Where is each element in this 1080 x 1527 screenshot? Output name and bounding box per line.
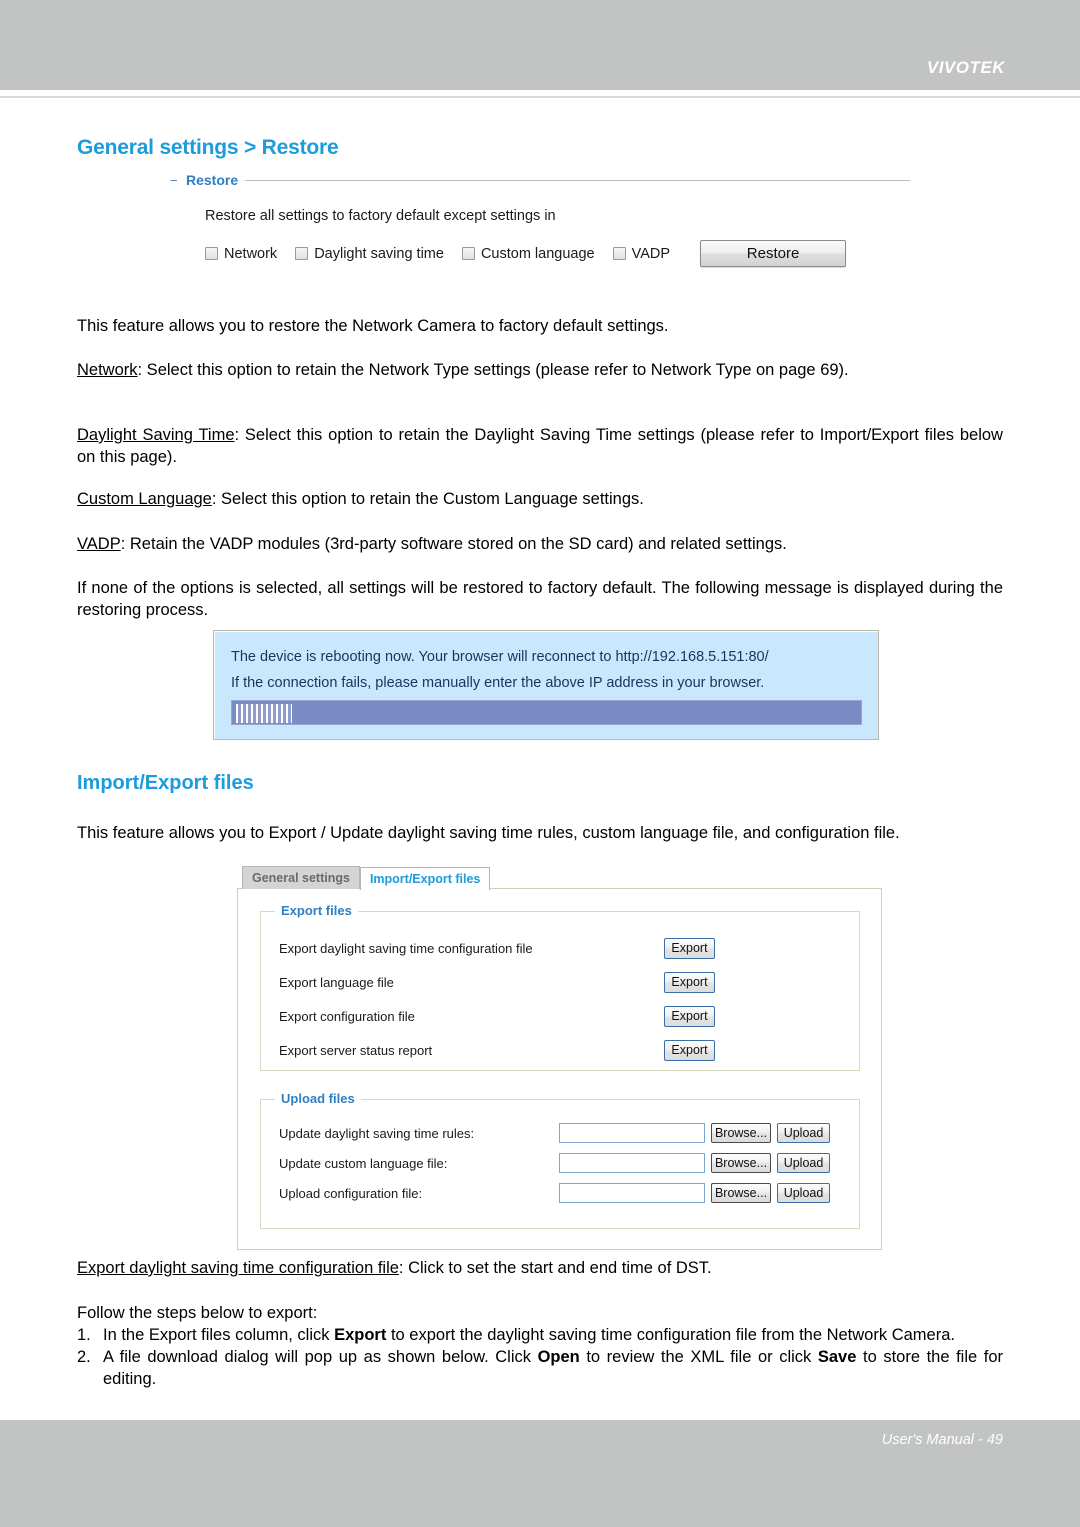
upload-button-configuration[interactable]: Upload [777,1183,830,1203]
step-item-1: 1. In the Export files column, click Expo… [77,1325,1003,1347]
upload-row-custom-language: Update custom language file: Browse... U… [279,1152,830,1174]
step-number: 2. [77,1347,91,1366]
checkbox-label: Custom language [480,245,595,262]
checkbox-box-icon[interactable] [205,247,218,260]
term-export-dst-rest: : Click to set the start and end time of… [398,1259,712,1277]
paragraph-import-export-intro: This feature allows you to Export / Upda… [77,824,900,842]
checkbox-vadp[interactable]: VADP [612,245,671,262]
upload-row-label: Update daylight saving time rules: [279,1125,475,1141]
restore-legend: Restore [186,172,239,188]
upload-row-configuration: Upload configuration file: Browse... Upl… [279,1182,830,1204]
export-files-fieldset: Export files Export daylight saving time… [260,903,860,1071]
paragraph-follow-steps: Follow the steps below to export: [77,1304,318,1322]
paragraph-daylight-saving-time: Daylight Saving Time: Select this option… [77,425,1003,469]
export-row-label: Export configuration file [279,1008,415,1024]
footer-page-label: User's Manual - 49 [881,1432,1003,1448]
upload-row-label: Update custom language file: [279,1155,448,1171]
term-custom-language: Custom Language [77,490,212,508]
upload-path-input-configuration[interactable] [559,1183,705,1203]
export-row-label: Export daylight saving time configuratio… [279,940,533,956]
upload-button-dst[interactable]: Upload [777,1123,830,1143]
checkbox-box-icon[interactable] [461,247,475,260]
step-text-b: to export the daylight saving time confi… [386,1326,955,1344]
term-network-rest: : Select this option to retain the Netwo… [137,361,849,379]
export-files-legend: Export files [275,903,358,918]
paragraph-none-selected: If none of the options is selected, all … [77,579,1003,619]
export-button-server-status[interactable]: Export [664,1040,715,1061]
term-vadp-rest: : Retain the VADP modules (3rd-party sof… [120,535,787,553]
reboot-message-line2: If the connection fails, please manually… [231,675,765,691]
section-title-import-export: Import/Export files [77,772,254,794]
checkbox-daylight-saving-time[interactable]: Daylight saving time [295,246,444,262]
step-bold-export: Export [334,1326,387,1344]
import-export-panel: Export files Export daylight saving time… [237,888,882,1250]
restore-settings-panel: − Restore Restore all settings to factor… [170,172,910,282]
step-text-b: to review the XML file or click [579,1347,818,1366]
upload-files-fieldset: Upload files Update daylight saving time… [260,1091,860,1229]
reboot-message-line1: The device is rebooting now. Your browse… [231,649,769,665]
checkbox-label: Network [224,245,278,262]
restore-button[interactable]: Restore [700,240,847,267]
steps-list: 1. In the Export files column, click Expo… [77,1325,1003,1391]
collapse-minus-icon[interactable]: − [170,174,179,187]
paragraph-export-dst-definition: Export daylight saving time configuratio… [77,1258,1003,1280]
restore-fieldset: − Restore [170,172,910,192]
checkbox-custom-language[interactable]: Custom language [461,245,595,262]
paragraph-intro: This feature allows you to restore the N… [77,317,669,335]
checkbox-label: VADP [631,245,671,262]
term-vadp: VADP [77,535,121,553]
step-text-a: In the Export files column, click [103,1326,335,1344]
export-row-label: Export language file [279,974,394,990]
checkbox-label: Daylight saving time [314,245,444,262]
export-row-server-status: Export server status report Export [279,1038,839,1062]
legend-rule [245,179,910,181]
term-custom-language-rest: : Select this option to retain the Custo… [211,490,644,508]
export-button-dst[interactable]: Export [664,938,715,959]
export-row-label: Export server status report [279,1042,433,1058]
restore-description: Restore all settings to factory default … [205,208,556,224]
step-number: 1. [77,1326,91,1344]
step-bold-open: Open [537,1347,580,1366]
import-export-screenshot: General settings Import/Export files Exp… [237,865,882,1250]
export-row-configuration: Export configuration file Export [279,1004,839,1028]
export-button-language[interactable]: Export [664,972,715,993]
step-text-a: A file download dialog will pop up as sh… [103,1347,538,1366]
term-export-dst-file: Export daylight saving time configuratio… [77,1259,399,1277]
tab-bar: General settings Import/Export files [242,865,491,890]
paragraph-custom-language: Custom Language: Select this option to r… [77,489,1003,511]
reboot-progress-bar [231,700,862,725]
checkbox-box-icon[interactable] [612,247,626,260]
term-network: Network [77,361,138,379]
export-button-configuration[interactable]: Export [664,1006,715,1027]
upload-row-dst-rules: Update daylight saving time rules: Brows… [279,1122,830,1144]
export-row-dst: Export daylight saving time configuratio… [279,936,839,960]
restore-options-row: Network Daylight saving time Custom lang… [205,240,847,267]
term-dst: Daylight Saving Time [77,426,235,444]
progress-ticks-icon [236,704,292,723]
vivotek-logo: VIVOTEK [926,58,1005,77]
browse-button-dst[interactable]: Browse... [711,1123,771,1143]
steps-list-wrapper: 1. In the Export files column, click Expo… [77,1325,1003,1391]
upload-files-legend: Upload files [275,1091,361,1106]
upload-path-input-dst[interactable] [559,1123,705,1143]
upload-button-language[interactable]: Upload [777,1153,830,1173]
checkbox-box-icon[interactable] [295,247,309,260]
browse-button-configuration[interactable]: Browse... [711,1183,771,1203]
header-divider [0,96,1080,98]
browse-button-language[interactable]: Browse... [711,1153,771,1173]
tab-import-export-files[interactable]: Import/Export files [359,867,491,890]
export-row-language: Export language file Export [279,970,839,994]
header-band [0,0,1080,90]
paragraph-vadp: VADP: Retain the VADP modules (3rd-party… [77,534,1003,556]
checkbox-network[interactable]: Network [205,246,277,262]
reboot-message-inner: The device is rebooting now. Your browse… [215,632,878,739]
upload-path-input-language[interactable] [559,1153,705,1173]
step-item-2: 2. A file download dialog will pop up as … [77,1347,1003,1391]
paragraph-network: Network: Select this option to retain th… [77,360,1003,382]
tab-general-settings[interactable]: General settings [242,866,360,889]
page-title: General settings > Restore [77,136,339,159]
reboot-message-box: The device is rebooting now. Your browse… [213,630,879,740]
step-bold-save: Save [817,1347,857,1366]
upload-row-label: Upload configuration file: [279,1185,423,1201]
